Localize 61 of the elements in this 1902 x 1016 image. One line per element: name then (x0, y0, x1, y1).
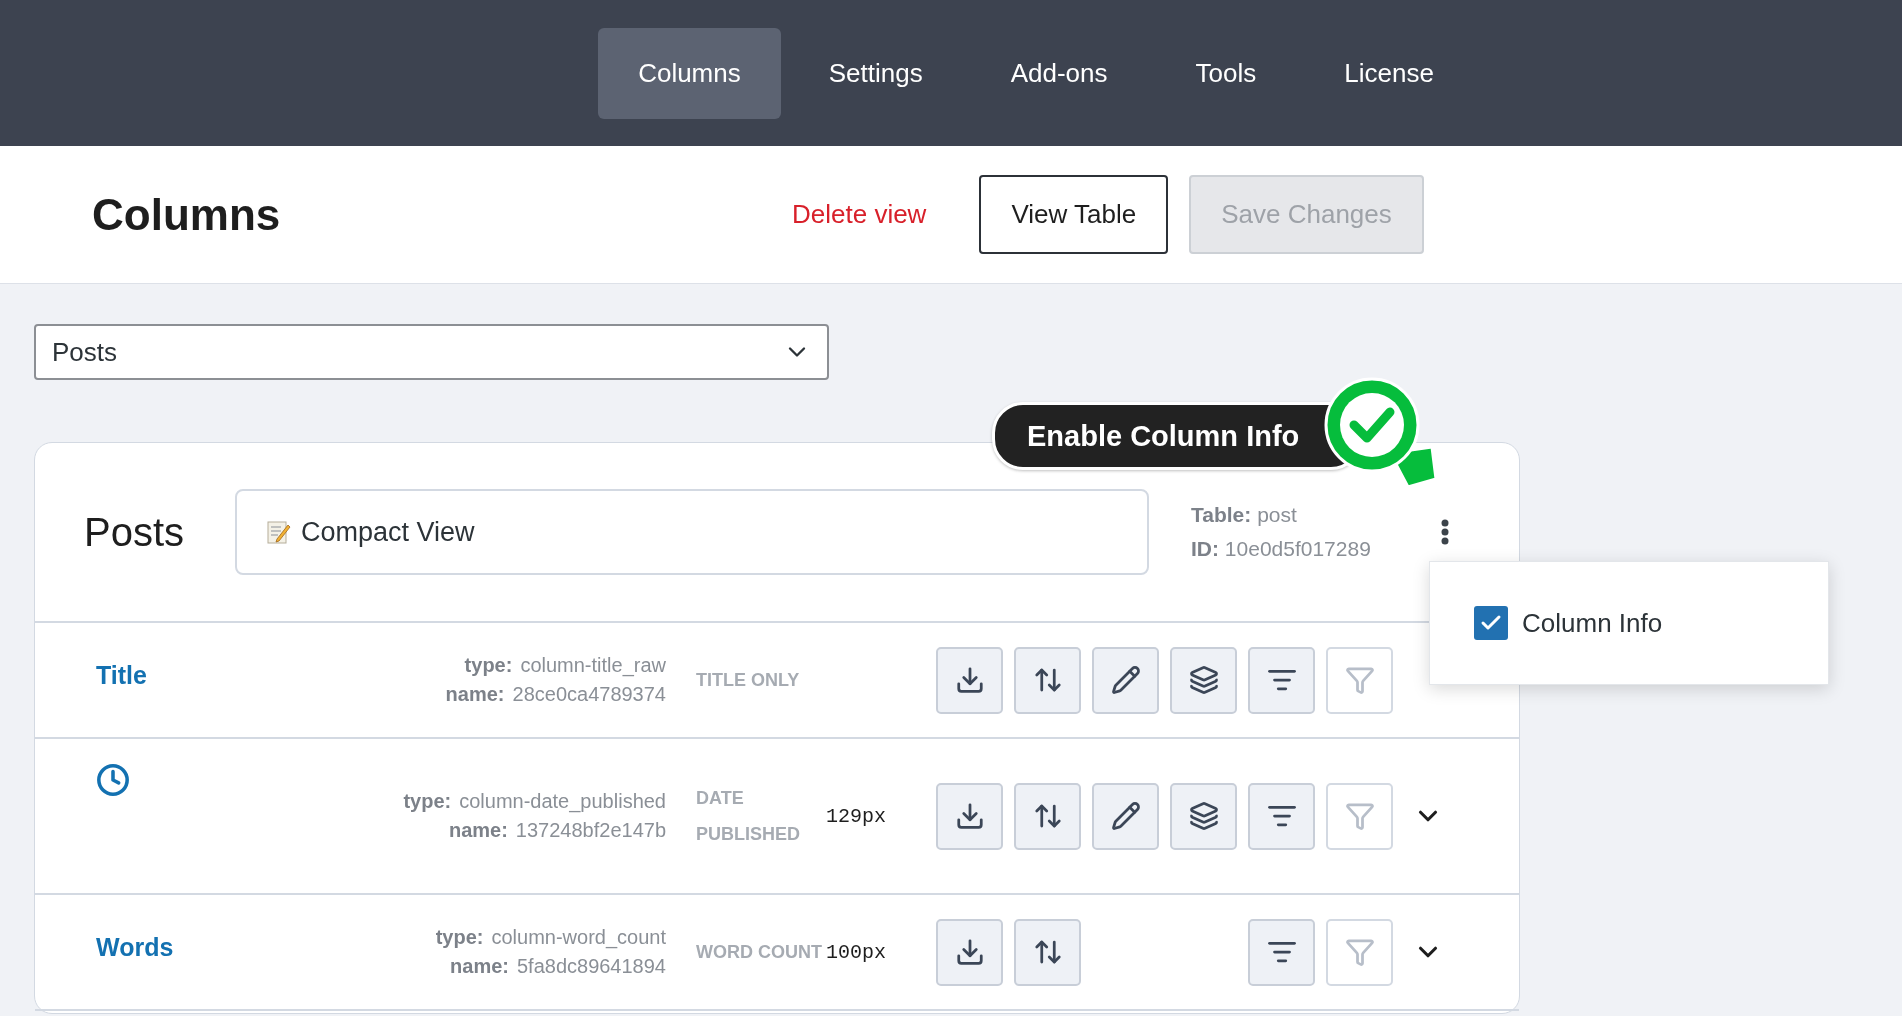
menu-item-label: Column Info (1522, 607, 1663, 639)
view-name-value: Compact View (301, 516, 475, 548)
column-type-text: type: column-word_count (435, 926, 666, 949)
funnel-icon (1344, 665, 1375, 695)
list-type-select[interactable]: Posts (34, 324, 829, 380)
smart-filter-toggle-button[interactable] (1248, 918, 1315, 986)
column-label[interactable]: Words (96, 933, 174, 962)
download-icon (954, 665, 985, 695)
column-width: 129px (826, 804, 887, 828)
checkbox[interactable] (1474, 606, 1508, 640)
meta-text: ID: 10e0d5f017289 (1191, 537, 1372, 561)
layers-icon (1188, 665, 1219, 695)
nav-tab[interactable]: Add-ons (970, 27, 1148, 119)
select-value: Posts (52, 336, 118, 368)
edit-toggle-button[interactable] (1092, 646, 1159, 714)
sort-toggle-button[interactable] (1014, 782, 1081, 850)
nav-tab[interactable]: Columns (598, 27, 781, 119)
smart-filter-toggle-button[interactable] (1248, 646, 1315, 714)
delete-view-link[interactable]: Delete view (792, 199, 927, 230)
more-options-button[interactable] (1441, 519, 1449, 545)
kebab-icon (1441, 519, 1449, 545)
bulk-toggle-button[interactable] (1170, 646, 1237, 714)
clock-icon (96, 763, 130, 797)
column-name-text: name: 28ce0ca4789374 (445, 683, 666, 706)
view-table-button[interactable]: View Table (979, 175, 1169, 254)
bulk-toggle-button[interactable] (1170, 782, 1237, 850)
column-type-text: type: column-title_raw (464, 654, 666, 677)
download-icon (954, 801, 985, 831)
sort-toggle-button[interactable] (1014, 646, 1081, 714)
pencil-icon (1110, 665, 1141, 695)
page-title: Columns (92, 189, 282, 240)
download-icon (954, 937, 985, 967)
meta-text: Table: post (1191, 503, 1298, 527)
sort-toggle-button[interactable] (1014, 918, 1081, 986)
export-toggle-button[interactable] (936, 918, 1003, 986)
column-type-label: DATE PUBLISHED (696, 787, 801, 846)
funnel-icon (1344, 801, 1375, 831)
card-title: Posts (84, 509, 186, 555)
column-type-text: type: column-date_published (403, 790, 666, 813)
smart-filter-toggle-button[interactable] (1248, 782, 1315, 850)
menu-item[interactable]: Column Info (1474, 606, 1663, 640)
export-toggle-button[interactable] (936, 782, 1003, 850)
column-name-text: name: 5fa8dc89641894 (450, 955, 666, 978)
memo-icon (267, 519, 291, 545)
layers-icon (1188, 801, 1219, 831)
nav-tab[interactable]: Settings (788, 27, 963, 119)
filter-toggle-button[interactable] (1326, 918, 1393, 986)
nav-tab[interactable]: Tools (1155, 27, 1297, 119)
funnel-icon (1344, 937, 1375, 967)
column-label[interactable]: Title (96, 661, 147, 690)
edit-toggle-button[interactable] (1092, 782, 1159, 850)
column-name-text: name: 137248bf2e147b (448, 819, 666, 842)
view-name-field[interactable]: Compact View (235, 489, 1149, 575)
column-type-label: WORD COUNT (696, 941, 823, 964)
column-type-label: TITLE ONLY (696, 669, 801, 692)
export-toggle-button[interactable] (936, 646, 1003, 714)
filter-toggle-button[interactable] (1326, 782, 1393, 850)
column-width: 100px (826, 940, 887, 964)
filter-toggle-button[interactable] (1326, 646, 1393, 714)
nav-tab[interactable]: License (1304, 27, 1474, 119)
pencil-icon (1110, 801, 1141, 831)
